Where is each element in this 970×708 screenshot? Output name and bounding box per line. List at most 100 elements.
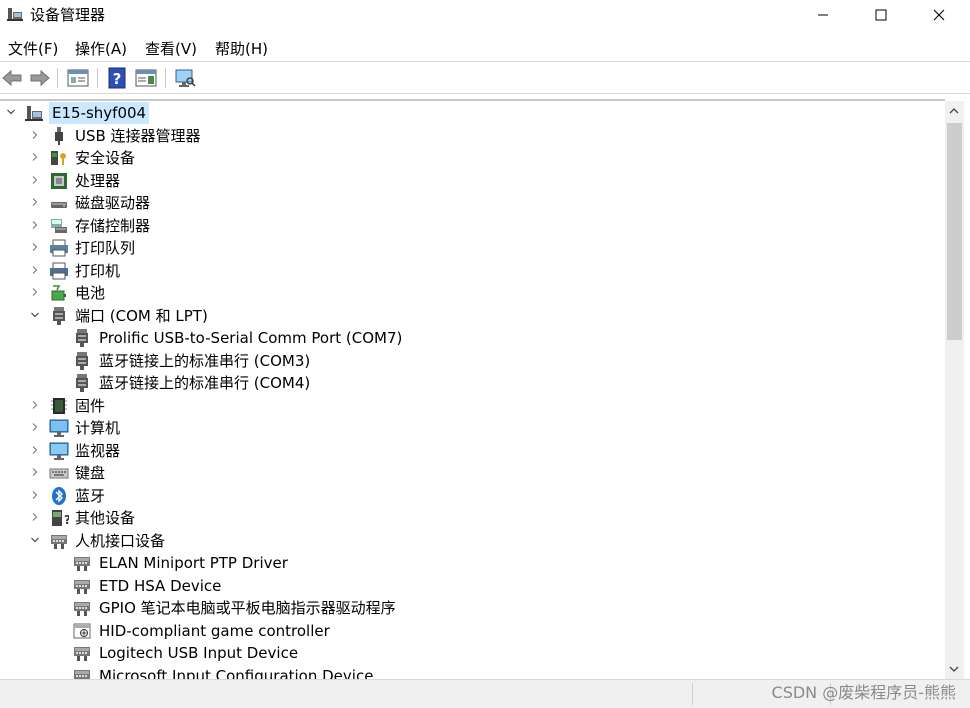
tree-category[interactable]: 存储控制器 — [0, 215, 945, 237]
tree-item-label[interactable]: 电池 — [75, 282, 105, 304]
tree-item-label[interactable]: 安全设备 — [75, 147, 135, 169]
tree-item-label[interactable]: 键盘 — [75, 462, 105, 484]
tree-device[interactable]: Microsoft Input Configuration Device — [0, 665, 945, 679]
chevron-right-icon[interactable] — [29, 264, 41, 276]
tree-device[interactable]: Logitech USB Input Device — [0, 642, 945, 664]
chevron-right-icon[interactable] — [29, 399, 41, 411]
tree-item-label[interactable]: 打印机 — [75, 260, 120, 282]
chevron-right-icon[interactable] — [29, 241, 41, 253]
tree-device[interactable]: 蓝牙链接上的标准串行 (COM4) — [0, 372, 945, 394]
tree-category[interactable]: 人机接口设备 — [0, 530, 945, 552]
port-icon — [76, 329, 88, 347]
tree-category[interactable]: 磁盘驱动器 — [0, 192, 945, 214]
toolbar-separator — [97, 68, 98, 88]
tree-category[interactable]: 电池 — [0, 282, 945, 304]
chevron-right-icon[interactable] — [29, 219, 41, 231]
vertical-scrollbar[interactable] — [945, 101, 964, 679]
minimize-button[interactable] — [794, 0, 852, 30]
back-arrow-icon — [2, 69, 22, 87]
tree-device[interactable]: 蓝牙链接上的标准串行 (COM3) — [0, 350, 945, 372]
tree-category[interactable]: 蓝牙 — [0, 485, 945, 507]
scroll-up-icon[interactable] — [949, 107, 959, 115]
chevron-right-icon[interactable] — [29, 444, 41, 456]
hid-icon — [51, 535, 67, 549]
menu-bar: 文件(F) 操作(A) 查看(V) 帮助(H) — [0, 34, 970, 60]
tree-item-label[interactable]: 监视器 — [75, 440, 120, 462]
tree-category[interactable]: 打印队列 — [0, 237, 945, 259]
tree-item-label[interactable]: Microsoft Input Configuration Device — [99, 665, 373, 679]
tree-item-label[interactable]: GPIO 笔记本电脑或平板电脑指示器驱动程序 — [99, 597, 396, 619]
storage-controller-icon — [51, 219, 67, 233]
chevron-right-icon[interactable] — [29, 466, 41, 478]
properties-button[interactable] — [66, 67, 90, 89]
print-queue-icon — [50, 239, 68, 257]
tree-root-label[interactable]: E15-shyf004 — [49, 102, 150, 124]
chevron-right-icon[interactable] — [29, 489, 41, 501]
tree-item-label[interactable]: 打印队列 — [75, 237, 135, 259]
tree-item-label[interactable]: 端口 (COM 和 LPT) — [75, 305, 208, 327]
chevron-right-icon[interactable] — [29, 511, 41, 523]
tree-category[interactable]: 处理器 — [0, 170, 945, 192]
close-icon — [933, 9, 945, 21]
maximize-button[interactable] — [852, 0, 910, 30]
menu-action[interactable]: 操作(A) — [75, 38, 127, 59]
scan-hardware-button[interactable] — [173, 67, 197, 89]
disk-drive-icon — [51, 202, 67, 208]
tree-category[interactable]: USB 连接器管理器 — [0, 125, 945, 147]
scroll-down-icon[interactable] — [949, 665, 959, 673]
help-button[interactable]: ? — [105, 67, 129, 89]
tree-category[interactable]: 监视器 — [0, 440, 945, 462]
close-button[interactable] — [910, 0, 968, 30]
tree-item-label[interactable]: 磁盘驱动器 — [75, 192, 150, 214]
tree-item-label[interactable]: HID-compliant game controller — [99, 620, 330, 642]
scrollbar-thumb[interactable] — [947, 123, 962, 340]
tree-item-label[interactable]: 存储控制器 — [75, 215, 150, 237]
chevron-right-icon[interactable] — [29, 196, 41, 208]
processor-icon — [51, 173, 67, 189]
tree-item-label[interactable]: 人机接口设备 — [75, 530, 165, 552]
menu-file[interactable]: 文件(F) — [8, 38, 58, 59]
chevron-right-icon[interactable] — [29, 151, 41, 163]
chevron-right-icon[interactable] — [29, 129, 41, 141]
tree-device[interactable]: GPIO 笔记本电脑或平板电脑指示器驱动程序 — [0, 597, 945, 619]
chevron-down-icon[interactable] — [29, 534, 41, 546]
battery-icon — [51, 285, 66, 301]
tree-item-label[interactable]: 蓝牙链接上的标准串行 (COM3) — [99, 350, 310, 372]
tree-device[interactable]: Prolific USB-to-Serial Comm Port (COM7) — [0, 327, 945, 349]
tree-item-label[interactable]: ELAN Miniport PTP Driver — [99, 552, 288, 574]
tree-category[interactable]: ? 其他设备 — [0, 507, 945, 529]
back-button[interactable] — [0, 67, 24, 89]
tree-item-label[interactable]: 固件 — [75, 395, 105, 417]
tree-item-label[interactable]: ETD HSA Device — [99, 575, 221, 597]
chevron-down-icon[interactable] — [29, 309, 41, 321]
tree-root[interactable]: E15-shyf004 — [0, 102, 945, 124]
status-divider — [692, 683, 693, 705]
tree-item-label[interactable]: 蓝牙链接上的标准串行 (COM4) — [99, 372, 310, 394]
tree-device[interactable]: ETD HSA Device — [0, 575, 945, 597]
port-icon — [53, 307, 65, 325]
tree-item-label[interactable]: 其他设备 — [75, 507, 135, 529]
tree-device[interactable]: HID-compliant game controller — [0, 620, 945, 642]
tree-item-label[interactable]: 蓝牙 — [75, 485, 105, 507]
tree-item-label[interactable]: 处理器 — [75, 170, 120, 192]
forward-button[interactable] — [28, 67, 52, 89]
tree-item-label[interactable]: 计算机 — [75, 417, 120, 439]
tree-category[interactable]: 键盘 — [0, 462, 945, 484]
tree-category[interactable]: 固件 — [0, 395, 945, 417]
tree-category[interactable]: 计算机 — [0, 417, 945, 439]
chevron-right-icon[interactable] — [29, 421, 41, 433]
tree-item-label[interactable]: USB 连接器管理器 — [75, 125, 201, 147]
tree-item-label[interactable]: Prolific USB-to-Serial Comm Port (COM7) — [99, 327, 402, 349]
tree-item-label[interactable]: Logitech USB Input Device — [99, 642, 298, 664]
tree-category[interactable]: 端口 (COM 和 LPT) — [0, 305, 945, 327]
chevron-right-icon[interactable] — [29, 286, 41, 298]
tree-device[interactable]: ELAN Miniport PTP Driver — [0, 552, 945, 574]
menu-help[interactable]: 帮助(H) — [215, 38, 268, 59]
device-tree[interactable]: E15-shyf004 USB 连接器管理器 安全设备 处理器 磁盘驱动器 存储控制器打… — [0, 99, 945, 679]
tree-category[interactable]: 安全设备 — [0, 147, 945, 169]
view-button[interactable] — [134, 67, 158, 89]
tree-category[interactable]: 打印机 — [0, 260, 945, 282]
chevron-down-icon[interactable] — [5, 106, 17, 118]
chevron-right-icon[interactable] — [29, 174, 41, 186]
menu-view[interactable]: 查看(V) — [145, 38, 197, 59]
